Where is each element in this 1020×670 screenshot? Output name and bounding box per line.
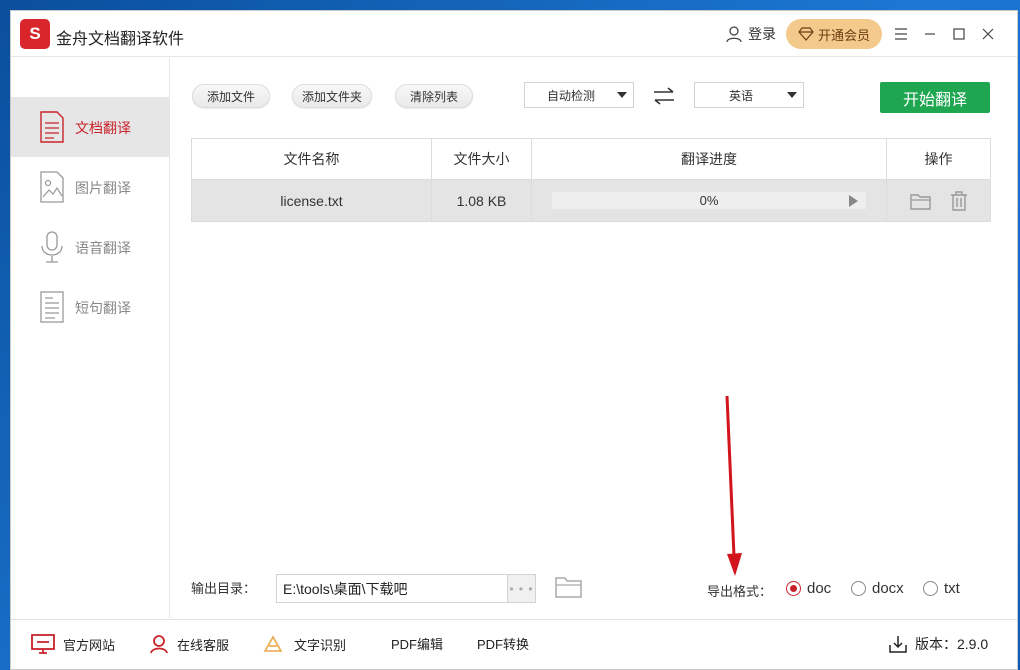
table-header: 文件名称 文件大小 翻译进度 操作 (192, 139, 990, 180)
column-header-size: 文件大小 (432, 139, 532, 179)
maximize-icon (953, 28, 965, 40)
ocr-link[interactable]: 文字识别 (262, 634, 346, 654)
official-site-link[interactable]: 官方网站 (31, 634, 115, 654)
document-icon (40, 111, 64, 143)
minimize-icon (925, 33, 935, 35)
minimize-button[interactable] (919, 23, 941, 45)
app-logo: S (20, 19, 50, 49)
browse-button[interactable]: • • • (507, 575, 535, 602)
sidebar: 文档翻译 图片翻译 语音翻译 短句翻译 (11, 58, 170, 618)
file-name: license.txt (192, 180, 432, 221)
source-language-value: 自动检测 (546, 88, 595, 103)
version-label: 版本：2.9.0 (915, 636, 989, 652)
ocr-icon (263, 635, 283, 652)
table-row[interactable]: license.txt 1.08 KB 0% (192, 180, 990, 221)
open-folder-icon[interactable] (909, 192, 932, 210)
menu-button[interactable] (890, 23, 912, 45)
start-translate-button[interactable]: 开始翻译 (880, 82, 990, 113)
pdf-edit-label: PDF编辑 (391, 637, 444, 652)
app-window: S 金舟文档翻译软件 登录 开通会员 文档翻译 图片翻译 语音翻译 短句翻译 添… (10, 10, 1018, 670)
column-header-name: 文件名称 (192, 139, 432, 179)
format-radio-doc[interactable]: doc (786, 580, 831, 597)
sidebar-item-voice[interactable]: 语音翻译 (11, 217, 170, 277)
target-language-select[interactable]: 英语 (694, 82, 804, 108)
app-title: 金舟文档翻译软件 (56, 31, 185, 48)
microphone-icon (41, 231, 63, 263)
column-header-progress: 翻译进度 (532, 139, 887, 179)
output-dir-label: 输出目录： (191, 581, 257, 596)
folder-icon[interactable] (555, 575, 583, 599)
swap-languages-icon[interactable] (653, 87, 675, 105)
sidebar-item-image[interactable]: 图片翻译 (11, 157, 170, 217)
support-agent-icon (150, 635, 168, 654)
image-icon (40, 171, 64, 203)
diamond-icon (798, 27, 814, 41)
radio-dot (786, 581, 801, 596)
play-icon[interactable] (849, 195, 858, 207)
close-icon (982, 28, 994, 40)
clear-list-button[interactable]: 清除列表 (395, 84, 473, 108)
actions-cell (887, 180, 990, 221)
sidebar-item-label: 语音翻译 (75, 240, 131, 256)
export-format-label: 导出格式： (707, 584, 773, 599)
source-language-select[interactable]: 自动检测 (524, 82, 634, 108)
vip-label: 开通会员 (817, 27, 870, 43)
pdf-convert-link[interactable]: PDF转换 (477, 634, 529, 653)
login-button[interactable]: 登录 (726, 24, 776, 44)
add-file-button[interactable]: 添加文件 (192, 84, 270, 108)
progress-text: 0% (699, 193, 719, 208)
output-dir-field[interactable]: E:\tools\桌面\下载吧 • • • (276, 574, 536, 603)
text-page-icon (40, 291, 64, 323)
online-service-label: 在线客服 (177, 637, 230, 653)
user-icon (726, 25, 742, 42)
login-label: 登录 (748, 26, 776, 42)
monitor-icon (31, 634, 55, 654)
format-radio-txt[interactable]: txt (923, 580, 960, 597)
format-label-docx: docx (872, 580, 904, 597)
file-size: 1.08 KB (432, 180, 532, 221)
version-info[interactable]: 版本：2.9.0 (889, 634, 988, 654)
hamburger-icon (895, 28, 907, 40)
title-bar: S 金舟文档翻译软件 登录 开通会员 (11, 11, 1017, 57)
footer-bar: 官方网站 在线客服 文字识别 PDF编辑 PDF转换 版本：2.9.0 (11, 619, 1017, 669)
sidebar-item-label: 图片翻译 (75, 180, 131, 196)
sidebar-item-sentence[interactable]: 短句翻译 (11, 277, 170, 337)
column-header-actions: 操作 (924, 151, 953, 167)
vip-button[interactable]: 开通会员 (786, 19, 882, 49)
download-icon (889, 636, 907, 653)
chevron-down-icon (787, 92, 797, 98)
format-label-doc: doc (807, 580, 832, 597)
online-service-link[interactable]: 在线客服 (149, 634, 229, 654)
pdf-convert-label: PDF转换 (477, 637, 530, 652)
close-button[interactable] (977, 23, 999, 45)
add-folder-button[interactable]: 添加文件夹 (292, 84, 372, 108)
official-site-label: 官方网站 (63, 637, 116, 653)
chevron-down-icon (617, 92, 627, 98)
pdf-edit-link[interactable]: PDF编辑 (391, 634, 443, 653)
sidebar-item-label: 短句翻译 (75, 300, 131, 316)
progress-bar: 0% (552, 192, 866, 209)
progress-cell: 0% (532, 180, 887, 221)
output-dir-value: E:\tools\桌面\下载吧 (283, 580, 408, 597)
format-radio-docx[interactable]: docx (851, 580, 904, 597)
radio-dot (851, 581, 866, 596)
trash-icon[interactable] (950, 190, 968, 211)
target-language-value: 英语 (728, 88, 753, 103)
sidebar-item-document[interactable]: 文档翻译 (11, 97, 170, 157)
ocr-label: 文字识别 (294, 637, 347, 653)
maximize-button[interactable] (948, 23, 970, 45)
sidebar-item-label: 文档翻译 (75, 120, 131, 136)
format-label-txt: txt (944, 580, 960, 597)
radio-dot (923, 581, 938, 596)
file-table: 文件名称 文件大小 翻译进度 操作 license.txt 1.08 KB 0% (191, 138, 991, 222)
